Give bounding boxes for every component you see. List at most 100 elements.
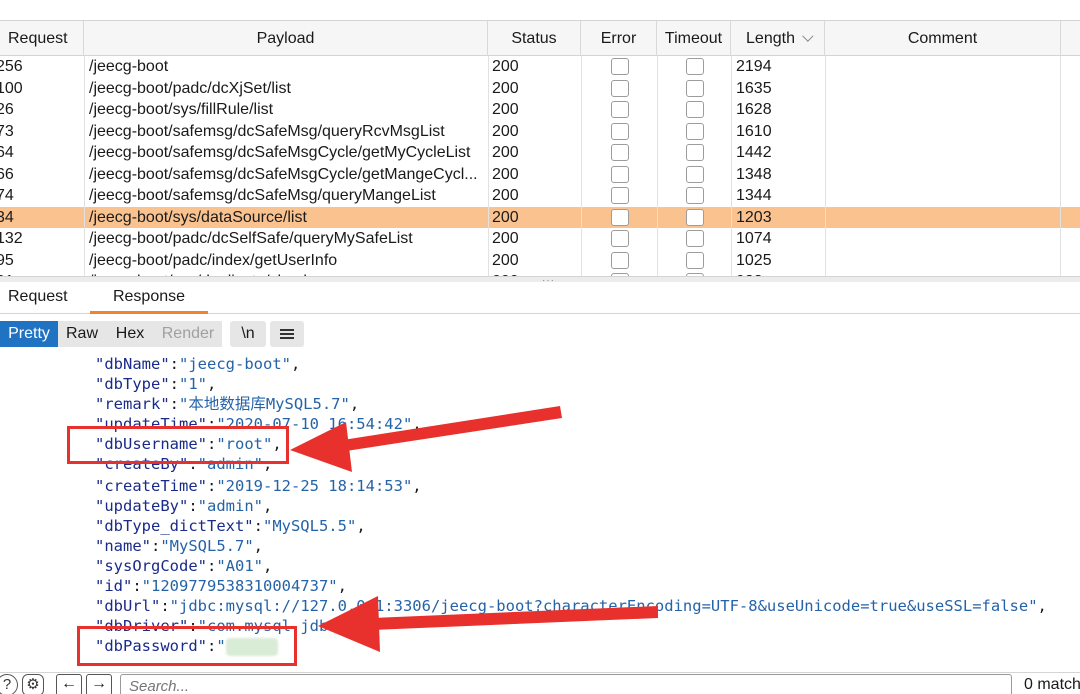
json-separator: , bbox=[412, 415, 422, 433]
length-cell: 1442 bbox=[731, 142, 825, 164]
table-row[interactable]: 100/jeecg-boot/padc/dcXjSet/list200 1635 bbox=[0, 77, 1080, 99]
table-row[interactable]: 26/jeecg-boot/sys/fillRule/list200 1628 bbox=[0, 99, 1080, 121]
match-count: 0 matches bbox=[1024, 676, 1080, 693]
next-match-button[interactable]: → bbox=[86, 674, 112, 694]
payload-cell: /jeecg-boot/safemsg/dcSafeMsgCycle/getMa… bbox=[84, 163, 488, 185]
payload-cell: /jeecg-boot/padc/dcXjSet/list bbox=[84, 77, 488, 99]
help-icon[interactable]: ? bbox=[0, 674, 18, 694]
json-line: "sysOrgCode":"A01", bbox=[95, 556, 272, 576]
json-key: "id" bbox=[95, 577, 133, 595]
length-cell: 2194 bbox=[731, 56, 825, 78]
json-colon: : bbox=[206, 557, 217, 575]
request-number-cell: 100 bbox=[0, 79, 23, 97]
json-line: "updateBy":"admin", bbox=[95, 496, 272, 516]
show-newlines-button[interactable]: \n bbox=[230, 321, 266, 347]
json-colon: : bbox=[160, 597, 170, 615]
table-row[interactable]: 256/jeecg-boot200 2194 bbox=[0, 56, 1080, 78]
table-row[interactable]: 64/jeecg-boot/safemsg/dcSafeMsgCycle/get… bbox=[0, 142, 1080, 164]
tab-response[interactable]: Response bbox=[90, 282, 208, 314]
column-header-timeout[interactable]: Timeout bbox=[657, 21, 731, 56]
timeout-cell bbox=[657, 56, 731, 78]
status-cell: 200 bbox=[488, 228, 581, 250]
status-cell: 200 bbox=[488, 163, 581, 185]
column-header-request[interactable]: Request bbox=[0, 21, 84, 56]
length-cell: 1610 bbox=[731, 120, 825, 142]
table-row[interactable]: 73/jeecg-boot/safemsg/dcSafeMsg/queryRcv… bbox=[0, 120, 1080, 142]
payload-cell: /jeecg-boot/sys/dataSource/list bbox=[84, 206, 488, 228]
timeout-cell bbox=[657, 142, 731, 164]
request-number-cell: 95 bbox=[0, 251, 14, 269]
json-value: "本地数据库MySQL5.7" bbox=[179, 395, 350, 413]
error-cell bbox=[581, 142, 657, 164]
json-value: "1209779538310004737" bbox=[141, 577, 338, 595]
gear-icon[interactable]: ⚙ bbox=[22, 674, 44, 694]
options-menu-button[interactable] bbox=[270, 321, 304, 347]
length-cell: 1348 bbox=[731, 163, 825, 185]
request-number-cell: 73 bbox=[0, 122, 14, 140]
error-checkbox bbox=[611, 122, 629, 140]
table-row[interactable]: 34/jeecg-boot/sys/dataSource/list200 1203 bbox=[0, 206, 1080, 228]
column-header-length[interactable]: Length bbox=[731, 21, 825, 56]
error-cell bbox=[581, 249, 657, 271]
json-line: "name":"MySQL5.7", bbox=[95, 536, 263, 556]
table-row[interactable]: 66/jeecg-boot/safemsg/dcSafeMsgCycle/get… bbox=[0, 163, 1080, 185]
column-header-error[interactable]: Error bbox=[581, 21, 657, 56]
status-cell: 200 bbox=[488, 142, 581, 164]
render-view-button[interactable]: Render bbox=[154, 321, 222, 347]
status-cell: 200 bbox=[488, 99, 581, 121]
json-separator: , bbox=[207, 375, 217, 393]
json-value: "jdbc:mysql://127.0.0.1:3306/jeecg-boot?… bbox=[169, 597, 1038, 615]
length-cell: 1074 bbox=[731, 228, 825, 250]
highlight-box-dbpassword bbox=[77, 626, 297, 666]
json-key: "createTime" bbox=[95, 477, 207, 495]
comment-cell bbox=[825, 99, 1061, 121]
json-key: "remark" bbox=[95, 395, 170, 413]
timeout-checkbox bbox=[686, 251, 704, 269]
response-body[interactable]: "dbPassword":" "dbDriver":"com.mysql.jdbc… bbox=[0, 350, 1080, 672]
request-number-cell: 256 bbox=[0, 58, 23, 75]
error-cell bbox=[581, 56, 657, 78]
json-line: "dbType_dictText":"MySQL5.5", bbox=[95, 516, 366, 536]
json-key: "updateBy" bbox=[95, 497, 189, 515]
results-table: Request Payload Status Error Timeout Len… bbox=[0, 0, 1080, 276]
json-colon: : bbox=[206, 477, 217, 495]
table-row[interactable]: 132/jeecg-boot/padc/dcSelfSafe/queryMySa… bbox=[0, 228, 1080, 250]
json-key: "name" bbox=[95, 537, 151, 555]
table-row[interactable]: 74/jeecg-boot/safemsg/dcSafeMsg/queryMan… bbox=[0, 185, 1080, 207]
timeout-checkbox bbox=[686, 144, 704, 161]
status-cell: 200 bbox=[488, 77, 581, 99]
timeout-checkbox bbox=[686, 58, 704, 75]
timeout-checkbox bbox=[686, 187, 704, 204]
previous-match-button[interactable]: ← bbox=[56, 674, 82, 694]
comment-cell bbox=[825, 163, 1061, 185]
error-checkbox bbox=[611, 101, 629, 118]
json-value: "jeecg-boot" bbox=[179, 355, 291, 373]
status-cell: 200 bbox=[488, 185, 581, 207]
json-separator: , bbox=[1037, 597, 1047, 615]
tab-request[interactable]: Request bbox=[8, 282, 68, 314]
json-value: "1" bbox=[179, 375, 207, 393]
column-header-status[interactable]: Status bbox=[488, 21, 581, 56]
request-number-cell: 74 bbox=[0, 187, 14, 204]
request-number-cell: 26 bbox=[0, 101, 14, 118]
column-header-payload[interactable]: Payload bbox=[84, 21, 488, 56]
json-separator: , bbox=[253, 537, 264, 555]
status-cell: 200 bbox=[488, 120, 581, 142]
timeout-cell bbox=[657, 99, 731, 121]
raw-view-button[interactable]: Raw bbox=[58, 321, 106, 347]
json-colon: : bbox=[188, 497, 198, 515]
error-cell bbox=[581, 77, 657, 99]
search-input[interactable] bbox=[120, 674, 1012, 694]
json-value: "A01" bbox=[216, 557, 263, 575]
request-number-cell: 64 bbox=[0, 144, 14, 161]
status-cell: 200 bbox=[488, 56, 581, 78]
table-row[interactable]: 95/jeecg-boot/padc/index/getUserInfo200 1… bbox=[0, 249, 1080, 271]
column-header-comment[interactable]: Comment bbox=[825, 21, 1061, 56]
json-colon: : bbox=[169, 375, 179, 393]
comment-cell bbox=[825, 185, 1061, 207]
length-cell: 1344 bbox=[731, 185, 825, 207]
hex-view-button[interactable]: Hex bbox=[106, 321, 154, 347]
pretty-view-button[interactable]: Pretty bbox=[0, 321, 58, 347]
error-cell bbox=[581, 120, 657, 142]
status-cell: 200 bbox=[488, 206, 581, 228]
